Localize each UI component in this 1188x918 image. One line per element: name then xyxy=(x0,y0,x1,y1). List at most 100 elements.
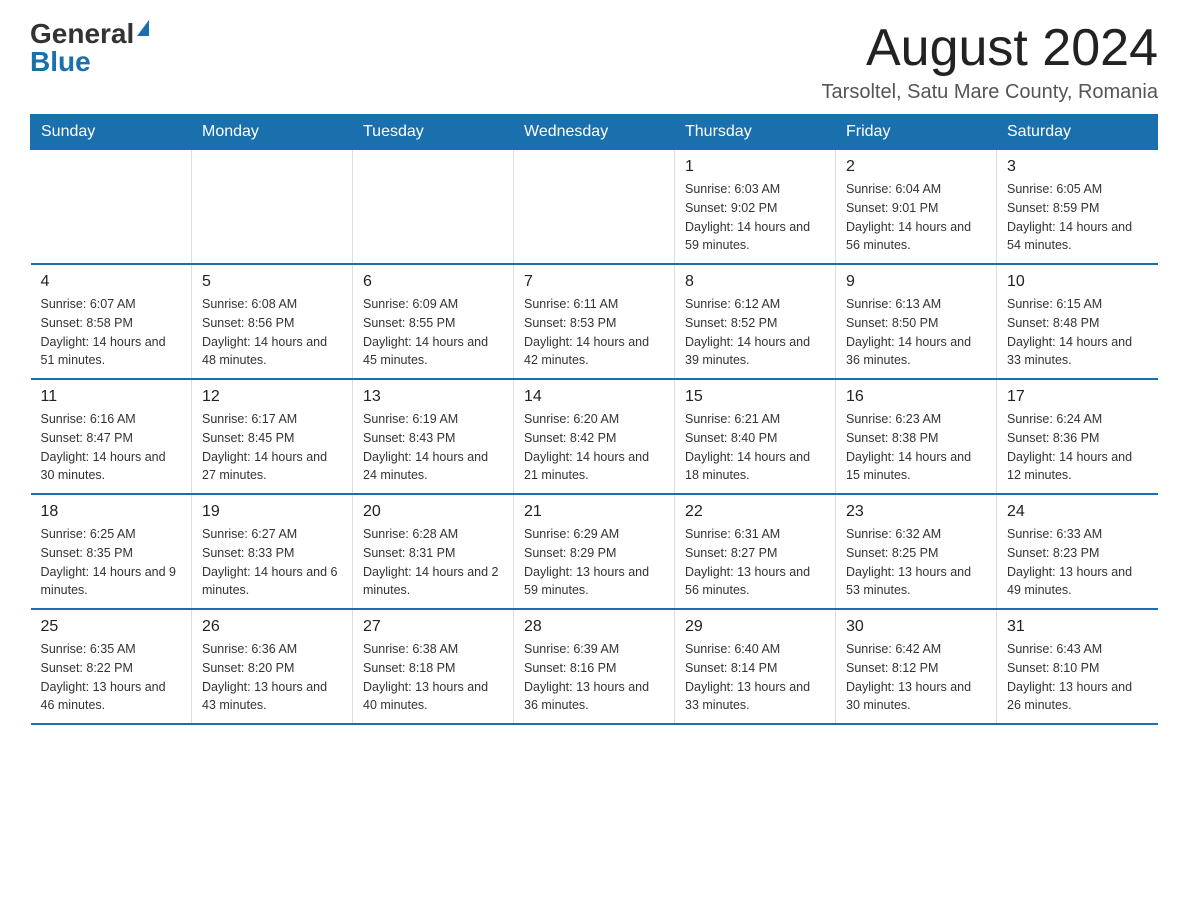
location-subtitle: Tarsoltel, Satu Mare County, Romania xyxy=(822,81,1158,104)
calendar-cell: 26Sunrise: 6:36 AMSunset: 8:20 PMDayligh… xyxy=(192,609,353,724)
logo-triangle-icon xyxy=(137,20,149,36)
day-sun-info: Sunrise: 6:29 AMSunset: 8:29 PMDaylight:… xyxy=(524,525,664,600)
day-sun-info: Sunrise: 6:38 AMSunset: 8:18 PMDaylight:… xyxy=(363,640,503,715)
calendar-cell: 17 Sunrise: 6:24 AMSunset: 8:36 PMDayligh… xyxy=(997,379,1158,494)
day-number: 18 xyxy=(41,503,182,521)
day-number: 23 xyxy=(846,503,986,521)
day-sun-info: Sunrise: 6:31 AMSunset: 8:27 PMDaylight:… xyxy=(685,525,825,600)
day-sun-info: Sunrise: 6:35 AMSunset: 8:22 PMDaylight:… xyxy=(41,640,182,715)
logo: General Blue xyxy=(30,20,149,76)
calendar-cell xyxy=(514,150,675,265)
weekday-header-friday: Friday xyxy=(836,115,997,150)
day-number: 29 xyxy=(685,618,825,636)
calendar-cell xyxy=(353,150,514,265)
calendar-cell: 24 Sunrise: 6:33 AMSunset: 8:23 PMDayligh… xyxy=(997,494,1158,609)
weekday-header-row: SundayMondayTuesdayWednesdayThursdayFrid… xyxy=(31,115,1158,150)
calendar-cell: 27 Sunrise: 6:38 AMSunset: 8:18 PMDayligh… xyxy=(353,609,514,724)
calendar-cell: 7 Sunrise: 6:11 AMSunset: 8:53 PMDaylight… xyxy=(514,264,675,379)
day-sun-info: Sunrise: 6:16 AMSunset: 8:47 PMDaylight:… xyxy=(41,410,182,485)
calendar-cell: 9 Sunrise: 6:13 AMSunset: 8:50 PMDaylight… xyxy=(836,264,997,379)
day-number: 25 xyxy=(41,618,182,636)
calendar-week-row: 18 Sunrise: 6:25 AMSunset: 8:35 PMDayligh… xyxy=(31,494,1158,609)
calendar-cell: 14Sunrise: 6:20 AMSunset: 8:42 PMDayligh… xyxy=(514,379,675,494)
calendar-cell xyxy=(192,150,353,265)
day-sun-info: Sunrise: 6:09 AMSunset: 8:55 PMDaylight:… xyxy=(363,295,503,370)
weekday-header-sunday: Sunday xyxy=(31,115,192,150)
calendar-cell: 19 Sunrise: 6:27 AMSunset: 8:33 PMDayligh… xyxy=(192,494,353,609)
day-number: 27 xyxy=(363,618,503,636)
day-number: 17 xyxy=(1007,388,1148,406)
day-number: 31 xyxy=(1007,618,1148,636)
calendar-cell: 16Sunrise: 6:23 AMSunset: 8:38 PMDayligh… xyxy=(836,379,997,494)
day-number: 5 xyxy=(202,273,342,291)
calendar-cell: 15 Sunrise: 6:21 AMSunset: 8:40 PMDayligh… xyxy=(675,379,836,494)
calendar-cell: 23 Sunrise: 6:32 AMSunset: 8:25 PMDayligh… xyxy=(836,494,997,609)
calendar-cell: 4Sunrise: 6:07 AMSunset: 8:58 PMDaylight… xyxy=(31,264,192,379)
day-sun-info: Sunrise: 6:05 AMSunset: 8:59 PMDaylight:… xyxy=(1007,180,1148,255)
logo-blue-text: Blue xyxy=(30,48,91,76)
day-sun-info: Sunrise: 6:03 AMSunset: 9:02 PMDaylight:… xyxy=(685,180,825,255)
weekday-header-thursday: Thursday xyxy=(675,115,836,150)
day-number: 6 xyxy=(363,273,503,291)
calendar-week-row: 1 Sunrise: 6:03 AMSunset: 9:02 PMDaylight… xyxy=(31,150,1158,265)
day-sun-info: Sunrise: 6:33 AMSunset: 8:23 PMDaylight:… xyxy=(1007,525,1148,600)
title-section: August 2024 Tarsoltel, Satu Mare County,… xyxy=(822,20,1158,104)
day-number: 19 xyxy=(202,503,342,521)
logo-general-text: General xyxy=(30,20,134,48)
day-sun-info: Sunrise: 6:17 AMSunset: 8:45 PMDaylight:… xyxy=(202,410,342,485)
day-number: 12 xyxy=(202,388,342,406)
calendar-cell: 12 Sunrise: 6:17 AMSunset: 8:45 PMDayligh… xyxy=(192,379,353,494)
calendar-cell: 20 Sunrise: 6:28 AMSunset: 8:31 PMDayligh… xyxy=(353,494,514,609)
calendar-cell: 28 Sunrise: 6:39 AMSunset: 8:16 PMDayligh… xyxy=(514,609,675,724)
calendar-cell: 8 Sunrise: 6:12 AMSunset: 8:52 PMDaylight… xyxy=(675,264,836,379)
day-number: 21 xyxy=(524,503,664,521)
day-number: 30 xyxy=(846,618,986,636)
calendar-cell xyxy=(31,150,192,265)
day-sun-info: Sunrise: 6:39 AMSunset: 8:16 PMDaylight:… xyxy=(524,640,664,715)
calendar-cell: 21 Sunrise: 6:29 AMSunset: 8:29 PMDayligh… xyxy=(514,494,675,609)
weekday-header-wednesday: Wednesday xyxy=(514,115,675,150)
calendar-cell: 3 Sunrise: 6:05 AMSunset: 8:59 PMDaylight… xyxy=(997,150,1158,265)
calendar-week-row: 11 Sunrise: 6:16 AMSunset: 8:47 PMDayligh… xyxy=(31,379,1158,494)
day-sun-info: Sunrise: 6:43 AMSunset: 8:10 PMDaylight:… xyxy=(1007,640,1148,715)
calendar-cell: 22Sunrise: 6:31 AMSunset: 8:27 PMDayligh… xyxy=(675,494,836,609)
calendar-cell: 11 Sunrise: 6:16 AMSunset: 8:47 PMDayligh… xyxy=(31,379,192,494)
day-number: 2 xyxy=(846,158,986,176)
day-number: 4 xyxy=(41,273,182,291)
day-number: 8 xyxy=(685,273,825,291)
day-number: 20 xyxy=(363,503,503,521)
day-sun-info: Sunrise: 6:15 AMSunset: 8:48 PMDaylight:… xyxy=(1007,295,1148,370)
day-sun-info: Sunrise: 6:28 AMSunset: 8:31 PMDaylight:… xyxy=(363,525,503,600)
day-sun-info: Sunrise: 6:12 AMSunset: 8:52 PMDaylight:… xyxy=(685,295,825,370)
day-number: 15 xyxy=(685,388,825,406)
day-sun-info: Sunrise: 6:13 AMSunset: 8:50 PMDaylight:… xyxy=(846,295,986,370)
day-sun-info: Sunrise: 6:11 AMSunset: 8:53 PMDaylight:… xyxy=(524,295,664,370)
calendar-week-row: 25 Sunrise: 6:35 AMSunset: 8:22 PMDayligh… xyxy=(31,609,1158,724)
day-sun-info: Sunrise: 6:04 AMSunset: 9:01 PMDaylight:… xyxy=(846,180,986,255)
calendar-cell: 30 Sunrise: 6:42 AMSunset: 8:12 PMDayligh… xyxy=(836,609,997,724)
weekday-header-saturday: Saturday xyxy=(997,115,1158,150)
day-number: 11 xyxy=(41,388,182,406)
day-number: 24 xyxy=(1007,503,1148,521)
calendar-cell: 29Sunrise: 6:40 AMSunset: 8:14 PMDayligh… xyxy=(675,609,836,724)
day-sun-info: Sunrise: 6:24 AMSunset: 8:36 PMDaylight:… xyxy=(1007,410,1148,485)
day-sun-info: Sunrise: 6:32 AMSunset: 8:25 PMDaylight:… xyxy=(846,525,986,600)
weekday-header-monday: Monday xyxy=(192,115,353,150)
day-number: 13 xyxy=(363,388,503,406)
day-number: 26 xyxy=(202,618,342,636)
day-number: 7 xyxy=(524,273,664,291)
day-number: 28 xyxy=(524,618,664,636)
day-number: 9 xyxy=(846,273,986,291)
day-number: 3 xyxy=(1007,158,1148,176)
day-sun-info: Sunrise: 6:27 AMSunset: 8:33 PMDaylight:… xyxy=(202,525,342,600)
day-number: 1 xyxy=(685,158,825,176)
day-sun-info: Sunrise: 6:42 AMSunset: 8:12 PMDaylight:… xyxy=(846,640,986,715)
day-sun-info: Sunrise: 6:21 AMSunset: 8:40 PMDaylight:… xyxy=(685,410,825,485)
day-number: 10 xyxy=(1007,273,1148,291)
day-sun-info: Sunrise: 6:23 AMSunset: 8:38 PMDaylight:… xyxy=(846,410,986,485)
page-header: General Blue August 2024 Tarsoltel, Satu… xyxy=(30,20,1158,104)
calendar-cell: 25 Sunrise: 6:35 AMSunset: 8:22 PMDayligh… xyxy=(31,609,192,724)
calendar-cell: 5Sunrise: 6:08 AMSunset: 8:56 PMDaylight… xyxy=(192,264,353,379)
day-number: 14 xyxy=(524,388,664,406)
day-sun-info: Sunrise: 6:25 AMSunset: 8:35 PMDaylight:… xyxy=(41,525,182,600)
